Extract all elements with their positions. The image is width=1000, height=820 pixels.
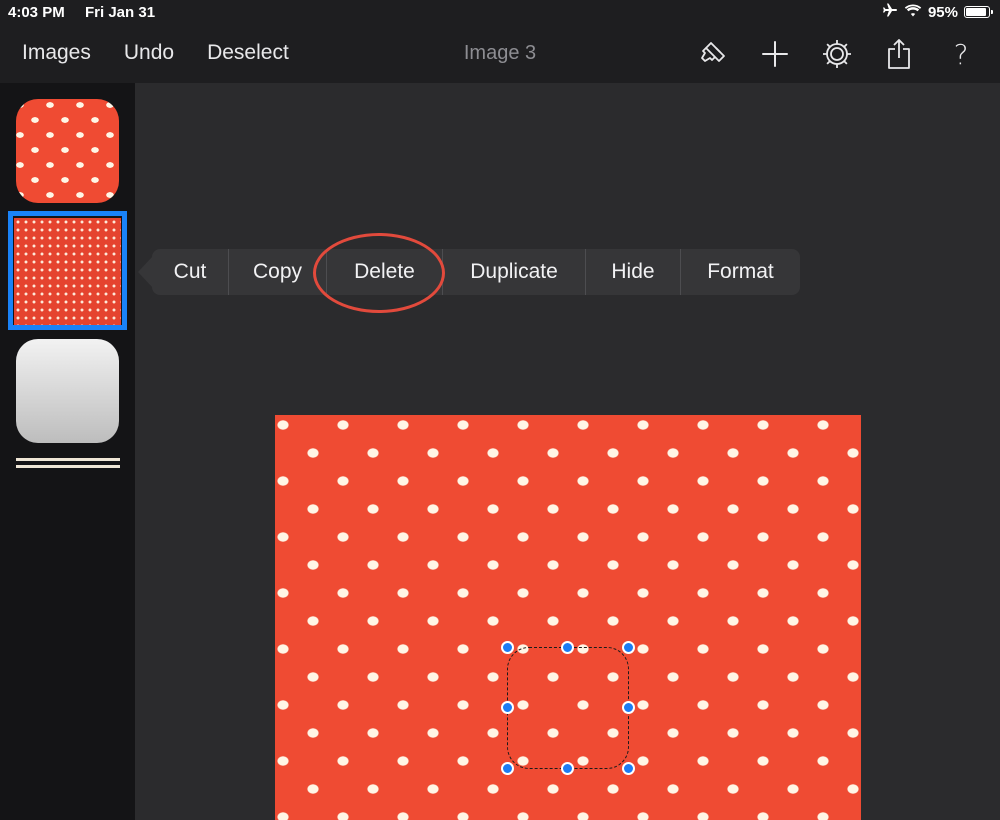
sidebar-thumb-4[interactable] xyxy=(16,458,120,470)
selection-box[interactable] xyxy=(507,647,629,769)
resize-handle-tl[interactable] xyxy=(501,641,514,654)
resize-handle-bl[interactable] xyxy=(501,762,514,775)
airplane-icon xyxy=(882,3,898,21)
battery-percent: 95% xyxy=(927,3,958,21)
resize-handle-tr[interactable] xyxy=(622,641,635,654)
sidebar-thumb-2[interactable] xyxy=(14,218,121,325)
help-icon[interactable]: ? xyxy=(944,37,978,71)
menu-item-duplicate[interactable]: Duplicate xyxy=(442,249,585,295)
context-menu: Cut Copy Delete Duplicate Hide Format xyxy=(152,249,800,295)
resize-handle-bc[interactable] xyxy=(561,762,574,775)
menu-item-hide[interactable]: Hide xyxy=(585,249,680,295)
wifi-icon xyxy=(904,3,922,21)
gear-icon[interactable] xyxy=(820,37,854,71)
images-button[interactable]: Images xyxy=(22,41,91,65)
sidebar-thumb-3[interactable] xyxy=(16,339,119,443)
deselect-button[interactable]: Deselect xyxy=(207,41,289,65)
battery-icon xyxy=(964,6,993,18)
image-sidebar xyxy=(0,83,135,820)
share-icon[interactable] xyxy=(882,37,916,71)
status-date: Fri Jan 31 xyxy=(85,4,156,21)
status-bar: 4:03 PM Fri Jan 31 95% xyxy=(0,0,1000,26)
status-time: 4:03 PM xyxy=(8,4,65,21)
resize-handle-ml[interactable] xyxy=(501,701,514,714)
sidebar-thumb-1[interactable] xyxy=(16,99,119,203)
resize-handle-mr[interactable] xyxy=(622,701,635,714)
resize-handle-br[interactable] xyxy=(622,762,635,775)
plus-icon[interactable] xyxy=(758,37,792,71)
paintbrush-icon[interactable] xyxy=(696,37,730,71)
menu-item-copy[interactable]: Copy xyxy=(228,249,326,295)
menu-item-cut[interactable]: Cut xyxy=(152,249,228,295)
undo-button[interactable]: Undo xyxy=(124,41,174,65)
battery-fill xyxy=(966,8,986,16)
status-right: 95% xyxy=(882,3,993,21)
menu-item-delete[interactable]: Delete xyxy=(326,249,442,295)
resize-handle-tc[interactable] xyxy=(561,641,574,654)
top-toolbar: Images Undo Deselect Image 3 ? xyxy=(0,26,1000,83)
help-glyph: ? xyxy=(953,37,969,71)
menu-item-format[interactable]: Format xyxy=(680,249,800,295)
context-menu-arrow xyxy=(138,256,153,288)
